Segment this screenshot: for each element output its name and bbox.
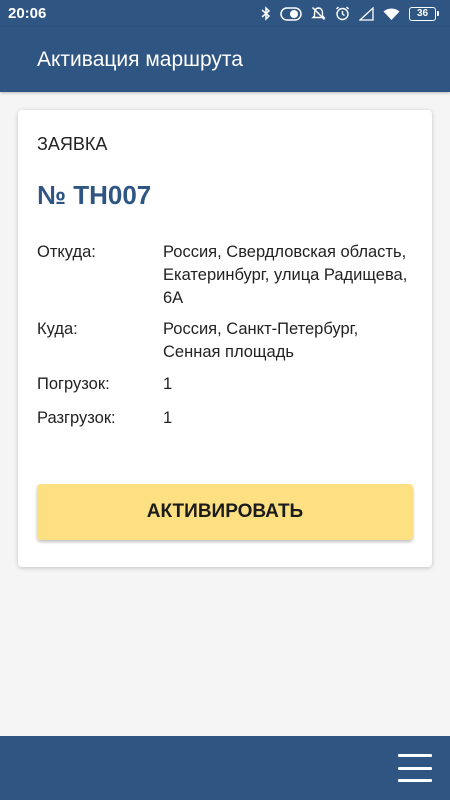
- alarm-icon: [336, 6, 349, 21]
- activate-button[interactable]: АКТИВИРОВАТЬ: [37, 484, 413, 540]
- bottom-bar: [0, 736, 450, 800]
- status-icons: 36: [261, 6, 439, 21]
- to-label: Куда:: [37, 320, 78, 338]
- bluetooth-icon: [261, 6, 271, 21]
- loadings-row: Погрузок: 1: [37, 373, 417, 396]
- from-label: Откуда:: [37, 243, 96, 261]
- app-bar: Активация маршрута: [0, 27, 450, 92]
- loadings-label: Погрузок:: [37, 375, 110, 393]
- menu-line: [398, 779, 432, 782]
- dnd-toggle-icon: [280, 6, 302, 21]
- to-value: Россия, Санкт-Петербург, Сенная площадь: [163, 320, 359, 361]
- order-card: ЗАЯВКА № ТН007 Откуда: Россия, Свердловс…: [18, 110, 432, 567]
- loadings-value: 1: [163, 375, 173, 393]
- from-row: Откуда: Россия, Свердловская область, Ек…: [37, 241, 417, 310]
- status-time: 20:06: [8, 5, 47, 22]
- wifi-icon: [383, 8, 400, 20]
- unloadings-label: Разгрузок:: [37, 409, 116, 427]
- hamburger-menu-icon[interactable]: [398, 754, 432, 782]
- unloadings-value: 1: [163, 409, 173, 427]
- status-bar: 20:06 36: [0, 0, 450, 27]
- battery-icon: 36: [409, 6, 439, 21]
- menu-line: [398, 766, 432, 770]
- menu-line: [398, 754, 432, 757]
- alarm-off-icon: [311, 6, 326, 21]
- order-number: № ТН007: [37, 180, 152, 210]
- card-caption: ЗАЯВКА: [37, 134, 108, 154]
- to-row: Куда: Россия, Санкт-Петербург, Сенная пл…: [37, 318, 417, 364]
- from-value: Россия, Свердловская область, Екатеринбу…: [163, 243, 408, 307]
- unloadings-row: Разгрузок: 1: [37, 407, 417, 430]
- page-title: Активация маршрута: [37, 47, 243, 71]
- signal-icon: [359, 6, 374, 21]
